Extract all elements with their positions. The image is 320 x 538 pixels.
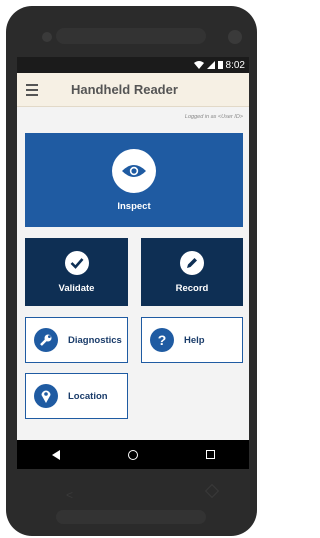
- status-time: 8:02: [225, 59, 245, 71]
- location-label: Location: [68, 390, 108, 402]
- inspect-label: Inspect: [117, 200, 151, 212]
- app-title: Handheld Reader: [71, 82, 178, 97]
- bottom-speaker: [56, 510, 206, 524]
- validate-label: Validate: [58, 282, 95, 294]
- record-label: Record: [175, 282, 209, 294]
- help-button[interactable]: ? Help: [141, 317, 243, 363]
- validate-button[interactable]: Validate: [25, 238, 128, 306]
- pencil-icon: [180, 250, 204, 275]
- diagnostics-label: Diagnostics: [68, 334, 122, 346]
- hardware-home-icon: [204, 483, 220, 499]
- front-camera: [228, 30, 242, 44]
- app-bar: Handheld Reader: [17, 73, 249, 107]
- recents-icon[interactable]: [200, 445, 220, 465]
- logged-in-label: Logged in as <User ID>: [184, 114, 243, 120]
- inspect-button[interactable]: Inspect: [25, 133, 243, 227]
- map-pin-icon: [34, 384, 58, 408]
- checkmark-icon: [64, 250, 89, 275]
- earpiece-speaker: [56, 28, 206, 44]
- hardware-back-icon: <: [66, 488, 74, 502]
- navigation-bar: [17, 440, 249, 469]
- eye-icon: [112, 148, 156, 193]
- record-button[interactable]: Record: [141, 238, 243, 306]
- help-label: Help: [184, 334, 205, 346]
- signal-icon: [206, 61, 215, 69]
- back-icon[interactable]: [46, 445, 66, 465]
- home-icon[interactable]: [123, 445, 143, 465]
- wifi-icon: [193, 61, 204, 69]
- status-bar: 8:02: [17, 57, 249, 73]
- location-button[interactable]: Location: [25, 373, 128, 419]
- sensor: [42, 32, 52, 42]
- wrench-icon: [34, 328, 58, 352]
- screen: 8:02 Handheld Reader Logged in as <User …: [17, 57, 249, 469]
- diagnostics-button[interactable]: Diagnostics: [25, 317, 128, 363]
- battery-icon: [217, 61, 223, 69]
- hamburger-icon[interactable]: [17, 73, 47, 107]
- question-icon: ?: [150, 328, 174, 352]
